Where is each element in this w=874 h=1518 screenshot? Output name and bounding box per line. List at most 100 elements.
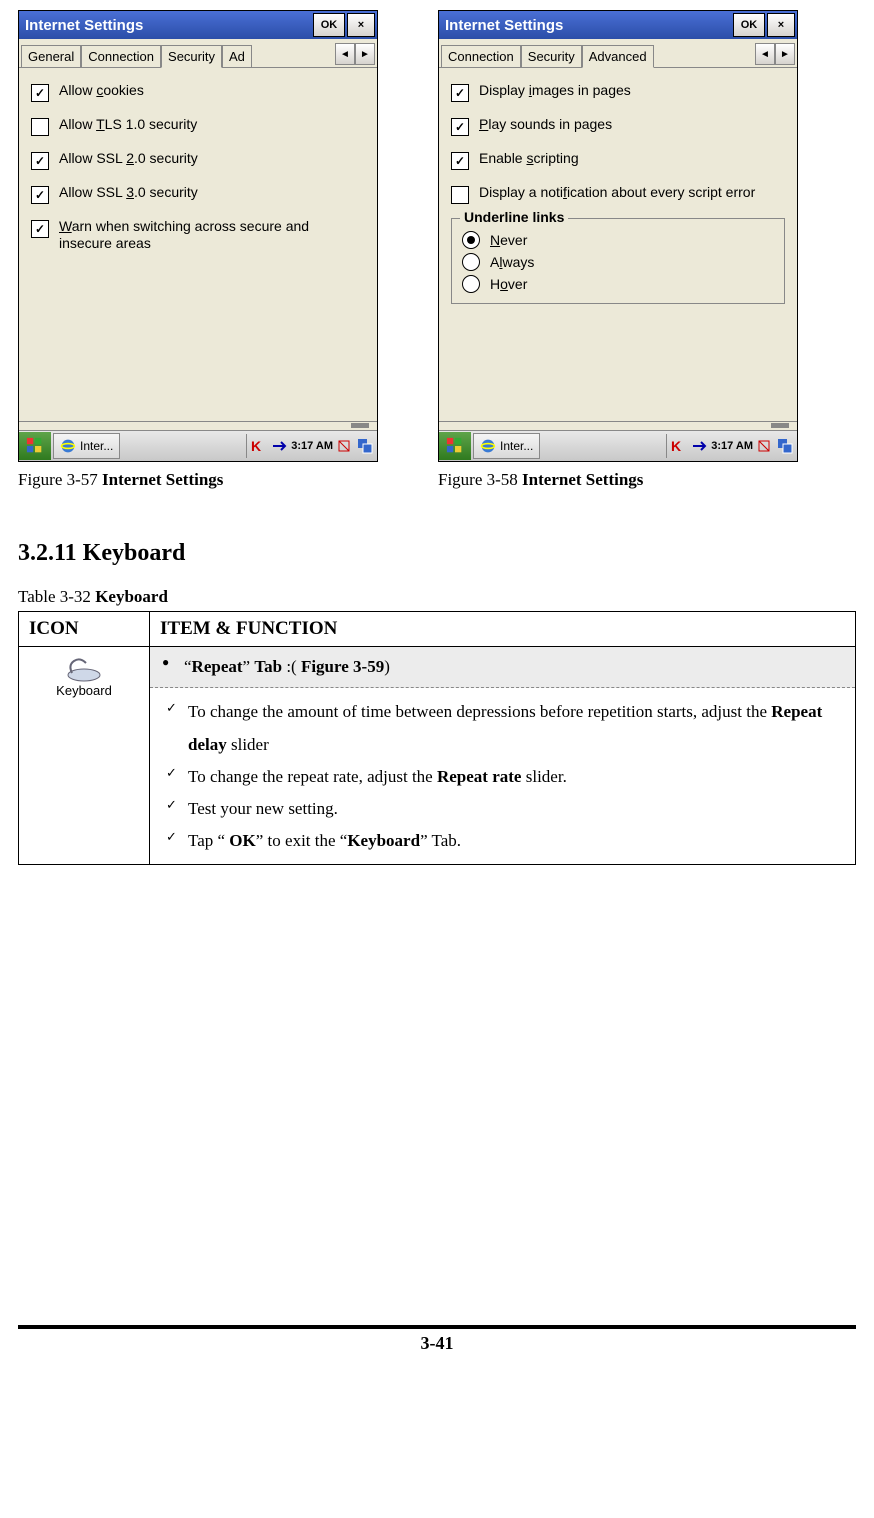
tab-connection[interactable]: Connection <box>81 45 161 67</box>
keyboard-table: ICON ITEM & FUNCTION Keyboard “Repeat” T… <box>18 611 856 865</box>
label-always: Always <box>490 254 534 270</box>
cell-func: “Repeat” Tab :( Figure 3-59) To change t… <box>150 646 856 864</box>
clock: 3:17 AM <box>291 440 333 452</box>
figure-caption-57: Figure 3-57 Internet Settings <box>18 470 378 490</box>
start-button[interactable] <box>19 432 51 460</box>
th-func: ITEM & FUNCTION <box>150 611 856 646</box>
cell-icon: Keyboard <box>19 646 150 864</box>
table-caption: Table 3-32 Keyboard <box>18 587 856 607</box>
tab-content-advanced: Display images in pages Play sounds in p… <box>439 68 797 421</box>
start-flag-icon <box>26 437 44 455</box>
ie-icon <box>60 438 76 454</box>
fieldset-underline-links: Underline links Never Always Hover <box>451 218 785 304</box>
tray-k-icon: K <box>251 438 267 454</box>
label-allow-tls: Allow TLS 1.0 security <box>59 116 197 133</box>
tray-arrow-icon <box>691 438 707 454</box>
ie-icon <box>480 438 496 454</box>
fieldset-legend: Underline links <box>460 209 568 225</box>
tab-advanced-trunc[interactable]: Ad <box>222 45 252 67</box>
tab-strip: Connection Security Advanced ◄ ► <box>439 39 797 68</box>
taskbar-app-label: Inter... <box>80 439 113 453</box>
tab-scroll-right[interactable]: ► <box>775 43 795 65</box>
tab-scroll-left[interactable]: ◄ <box>755 43 775 65</box>
func-item-1: To change the amount of time between dep… <box>160 696 845 761</box>
label-display-notification: Display a notification about every scrip… <box>479 184 755 201</box>
tray-volume-icon[interactable] <box>757 438 773 454</box>
close-button[interactable]: × <box>767 13 795 37</box>
tray-windows-icon[interactable] <box>777 438 793 454</box>
radio-always[interactable] <box>462 253 480 271</box>
section-heading: 3.2.11 Keyboard <box>18 540 856 567</box>
tray-volume-icon[interactable] <box>337 438 353 454</box>
label-allow-cookies: Allow cookies <box>59 82 144 99</box>
figures-row: Internet Settings OK × General Connectio… <box>18 10 856 490</box>
close-button[interactable]: × <box>347 13 375 37</box>
func-item-2: To change the repeat rate, adjust the Re… <box>160 761 845 793</box>
taskbar-app-button[interactable]: Inter... <box>53 433 120 459</box>
start-button[interactable] <box>439 432 471 460</box>
radio-hover[interactable] <box>462 275 480 293</box>
system-tray: K 3:17 AM <box>666 434 797 458</box>
figure-3-58: Internet Settings OK × Connection Securi… <box>438 10 798 490</box>
window-advanced: Internet Settings OK × Connection Securi… <box>438 10 798 462</box>
checkbox-enable-scripting[interactable] <box>451 152 469 170</box>
taskbar-app-button[interactable]: Inter... <box>473 433 540 459</box>
tray-arrow-icon <box>271 438 287 454</box>
figure-caption-58: Figure 3-58 Internet Settings <box>438 470 798 490</box>
checkbox-allow-ssl3[interactable] <box>31 186 49 204</box>
checkbox-allow-cookies[interactable] <box>31 84 49 102</box>
label-allow-ssl2: Allow SSL 2.0 security <box>59 150 198 167</box>
figure-3-57: Internet Settings OK × General Connectio… <box>18 10 378 490</box>
window-title: Internet Settings <box>445 17 731 34</box>
keyboard-icon-label: Keyboard <box>56 683 112 698</box>
sip-handle-icon[interactable] <box>351 423 369 428</box>
taskbar: Inter... K 3:17 AM <box>439 430 797 461</box>
radio-never[interactable] <box>462 231 480 249</box>
tab-security[interactable]: Security <box>521 45 582 67</box>
svg-text:K: K <box>671 438 681 454</box>
start-flag-icon <box>446 437 464 455</box>
checkbox-warn[interactable] <box>31 220 49 238</box>
sip-bar <box>439 421 797 430</box>
ok-button[interactable]: OK <box>313 13 345 37</box>
titlebar: Internet Settings OK × <box>19 11 377 39</box>
keyboard-icon <box>64 657 104 683</box>
taskbar: Inter... K 3:17 AM <box>19 430 377 461</box>
tab-security[interactable]: Security <box>161 45 222 68</box>
label-play-sounds: Play sounds in pages <box>479 116 612 133</box>
tab-general[interactable]: General <box>21 45 81 67</box>
page-number: 3-41 <box>18 1333 856 1354</box>
checkbox-allow-ssl2[interactable] <box>31 152 49 170</box>
th-icon: ICON <box>19 611 150 646</box>
repeat-tab-header: “Repeat” Tab :( Figure 3-59) <box>150 647 855 688</box>
tab-connection[interactable]: Connection <box>441 45 521 67</box>
label-enable-scripting: Enable scripting <box>479 150 579 167</box>
func-item-3: Test your new setting. <box>160 793 845 825</box>
checkbox-display-images[interactable] <box>451 84 469 102</box>
svg-text:K: K <box>251 438 261 454</box>
footer-rule <box>18 1325 856 1329</box>
titlebar: Internet Settings OK × <box>439 11 797 39</box>
tray-k-icon: K <box>671 438 687 454</box>
ok-button[interactable]: OK <box>733 13 765 37</box>
taskbar-app-label: Inter... <box>500 439 533 453</box>
checkbox-play-sounds[interactable] <box>451 118 469 136</box>
window-title: Internet Settings <box>25 17 311 34</box>
tray-windows-icon[interactable] <box>357 438 373 454</box>
label-allow-ssl3: Allow SSL 3.0 security <box>59 184 198 201</box>
sip-handle-icon[interactable] <box>771 423 789 428</box>
clock: 3:17 AM <box>711 440 753 452</box>
tab-scroll-right[interactable]: ► <box>355 43 375 65</box>
label-display-images: Display images in pages <box>479 82 631 99</box>
label-never: Never <box>490 232 527 248</box>
tab-content-security: Allow cookies Allow TLS 1.0 security All… <box>19 68 377 421</box>
label-warn: Warn when switching across secure and in… <box>59 218 365 252</box>
window-security: Internet Settings OK × General Connectio… <box>18 10 378 462</box>
tab-advanced[interactable]: Advanced <box>582 45 654 68</box>
func-item-4: Tap “ OK” to exit the “Keyboard” Tab. <box>160 825 845 857</box>
checkbox-allow-tls[interactable] <box>31 118 49 136</box>
tab-scroll-left[interactable]: ◄ <box>335 43 355 65</box>
checkbox-display-notification[interactable] <box>451 186 469 204</box>
system-tray: K 3:17 AM <box>246 434 377 458</box>
sip-bar <box>19 421 377 430</box>
